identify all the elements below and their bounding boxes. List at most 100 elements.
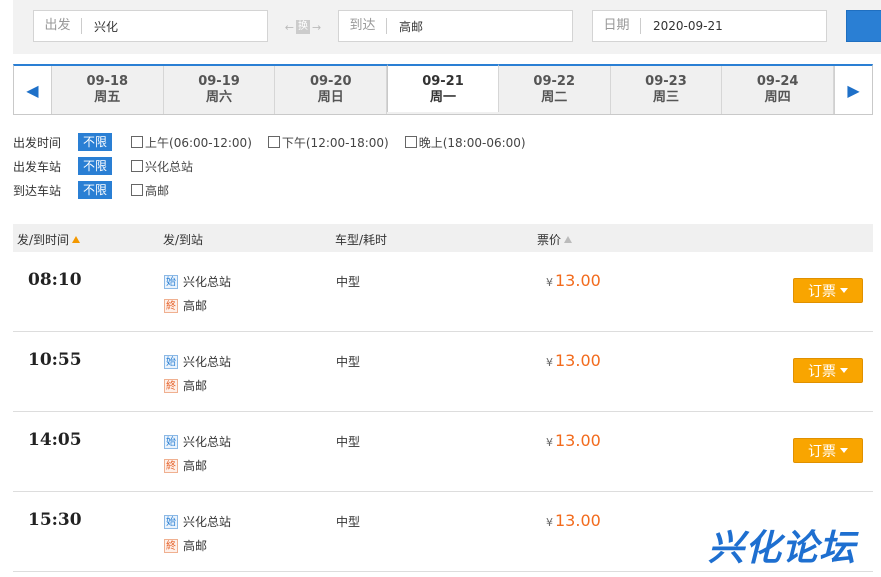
checkbox[interactable] (131, 160, 144, 172)
currency-symbol: ¥ (546, 276, 553, 289)
book-label: 订票 (808, 283, 836, 300)
search-button[interactable] (846, 10, 881, 42)
triangle-left-icon: ◀ (26, 80, 39, 100)
start-badge-icon: 始 (164, 354, 178, 369)
date-tab[interactable]: 09-23 周三 (610, 66, 723, 114)
price-value: 13.00 (555, 511, 601, 530)
to-value[interactable]: 高邮 (387, 18, 423, 35)
tab-weekday: 周五 (94, 90, 121, 105)
start-badge-icon: 始 (164, 274, 178, 289)
date-label: 日期 (593, 18, 641, 34)
triangle-right-icon: ▶ (847, 80, 860, 100)
tab-weekday: 周三 (652, 90, 679, 105)
to-station-name: 高邮 (183, 539, 208, 553)
caret-down-icon (840, 368, 848, 373)
prev-date-button[interactable]: ◀ (14, 66, 52, 114)
filter-arrive-station: 到达车站 不限 高邮 (13, 178, 542, 202)
sort-asc-icon (72, 236, 81, 243)
filter-label: 到达车站 (13, 183, 62, 198)
tab-weekday: 周六 (206, 90, 233, 105)
tab-date: 09-23 (645, 74, 687, 89)
from-station-name: 兴化总站 (183, 275, 232, 289)
vehicle-type: 中型 (336, 435, 361, 449)
from-station: 始兴化总站 (164, 353, 231, 370)
checkbox[interactable] (131, 136, 144, 148)
to-station-name: 高邮 (183, 299, 208, 313)
book-button[interactable]: 订票 (793, 358, 863, 383)
end-badge-icon: 終 (164, 458, 178, 473)
date-field[interactable]: 日期 2020-09-21 (592, 10, 827, 42)
filter-option[interactable]: 下午(12:00-18:00) (267, 134, 389, 151)
checkbox[interactable] (267, 136, 280, 148)
vehicle-type: 中型 (336, 275, 361, 289)
filter-all-tag[interactable]: 不限 (78, 133, 113, 151)
depart-time: 14:05 (28, 430, 82, 450)
search-bar: 出发 兴化 ← 换 → 到达 高邮 日期 2020-09-21 (13, 0, 881, 54)
swap-button[interactable]: ← 换 → (285, 18, 321, 36)
to-station: 終高邮 (164, 537, 207, 554)
date-tab[interactable]: 09-24 周四 (722, 66, 835, 114)
filter-all-tag[interactable]: 不限 (78, 181, 113, 199)
tab-weekday: 周日 (317, 90, 344, 105)
table-row: 08:10 始兴化总站 終高邮 中型 ¥13.00 订票 (13, 252, 873, 332)
currency-symbol: ¥ (546, 436, 553, 449)
arrow-right-icon: → (312, 20, 322, 34)
price-value: 13.00 (555, 271, 601, 290)
header-price-label: 票价 (537, 233, 562, 247)
filter-option[interactable]: 兴化总站 (131, 158, 193, 175)
start-badge-icon: 始 (164, 434, 178, 449)
filter-all-tag[interactable]: 不限 (78, 157, 113, 175)
price: ¥13.00 (546, 511, 601, 530)
to-field[interactable]: 到达 高邮 (338, 10, 573, 42)
price: ¥13.00 (546, 271, 601, 290)
tab-weekday: 周四 (764, 90, 791, 105)
next-date-button[interactable]: ▶ (834, 66, 872, 114)
end-badge-icon: 終 (164, 298, 178, 313)
to-label: 到达 (339, 18, 387, 34)
from-station: 始兴化总站 (164, 433, 231, 450)
from-station-name: 兴化总站 (183, 355, 232, 369)
from-field[interactable]: 出发 兴化 (33, 10, 268, 42)
tab-date: 09-22 (533, 74, 575, 89)
end-badge-icon: 終 (164, 538, 178, 553)
filter-depart-station: 出发车站 不限 兴化总站 (13, 154, 542, 178)
header-price[interactable]: 票价 (537, 231, 573, 248)
date-tab-active[interactable]: 09-21 周一 (387, 64, 499, 112)
checkbox[interactable] (404, 136, 417, 148)
sort-icon (564, 236, 573, 243)
currency-symbol: ¥ (546, 516, 553, 529)
swap-icon: 换 (296, 20, 310, 34)
caret-down-icon (840, 448, 848, 453)
table-header: 发/到时间 发/到站 车型/耗时 票价 (13, 224, 873, 252)
date-tab[interactable]: 09-18 周五 (51, 66, 164, 114)
date-tab[interactable]: 09-20 周日 (275, 66, 388, 114)
table-row: 10:55 始兴化总站 終高邮 中型 ¥13.00 订票 (13, 332, 873, 412)
checkbox[interactable] (131, 184, 144, 196)
filter-label: 出发车站 (13, 159, 62, 174)
date-tab[interactable]: 09-19 周六 (163, 66, 276, 114)
date-value[interactable]: 2020-09-21 (641, 19, 723, 33)
from-station: 始兴化总站 (164, 513, 231, 530)
to-station-name: 高邮 (183, 379, 208, 393)
book-label: 订票 (808, 443, 836, 460)
from-label: 出发 (34, 18, 82, 34)
date-tab[interactable]: 09-22 周二 (498, 66, 611, 114)
caret-down-icon (840, 288, 848, 293)
option-label: 上午(06:00-12:00) (145, 135, 252, 150)
to-station: 終高邮 (164, 377, 207, 394)
header-station: 发/到站 (163, 233, 204, 247)
header-time-label: 发/到时间 (17, 233, 70, 247)
header-time[interactable]: 发/到时间 (17, 231, 81, 248)
book-button[interactable]: 订票 (793, 278, 863, 303)
filter-option[interactable]: 晚上(18:00-06:00) (404, 134, 526, 151)
filter-option[interactable]: 上午(06:00-12:00) (131, 134, 252, 151)
option-label: 晚上(18:00-06:00) (418, 135, 526, 150)
filter-label: 出发时间 (13, 135, 62, 150)
filter-option[interactable]: 高邮 (131, 182, 169, 199)
tab-date: 09-20 (309, 74, 352, 89)
arrow-left-icon: ← (284, 20, 294, 34)
from-value[interactable]: 兴化 (82, 18, 118, 35)
book-button[interactable]: 订票 (793, 438, 863, 463)
price-value: 13.00 (555, 431, 601, 450)
header-type: 车型/耗时 (335, 233, 388, 247)
